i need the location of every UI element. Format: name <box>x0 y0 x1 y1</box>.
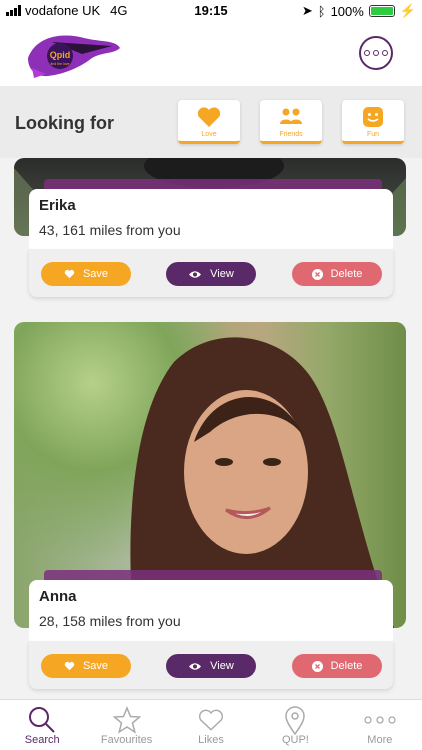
profile-name: Erika <box>39 197 76 214</box>
profile-actions: Save View Delete <box>29 249 393 297</box>
tab-search[interactable]: Search <box>0 700 84 750</box>
eye-icon <box>189 270 202 278</box>
smiley-icon <box>363 107 383 127</box>
heart-icon <box>197 107 221 127</box>
close-circle-icon <box>311 268 323 280</box>
view-label: View <box>210 660 234 672</box>
view-button[interactable]: View <box>166 262 256 286</box>
tab-search-label: Search <box>24 734 60 746</box>
heart-icon <box>64 269 75 279</box>
tab-likes[interactable]: Likes <box>169 700 253 750</box>
chat-button[interactable] <box>359 36 393 70</box>
tab-more-label: More <box>367 734 393 746</box>
app-header: Qpid find the love <box>0 22 422 86</box>
battery-percent: 100% <box>330 3 364 19</box>
profile-details: 43, 161 miles from you <box>39 222 181 238</box>
profile-name: Anna <box>39 588 77 605</box>
filter-love-button[interactable]: Love <box>178 100 240 144</box>
close-circle-icon <box>311 660 323 672</box>
location-pin-icon <box>285 706 306 735</box>
save-label: Save <box>82 660 109 672</box>
ellipsis-icon <box>364 716 396 724</box>
save-label: Save <box>82 268 109 280</box>
tab-likes-label: Likes <box>198 734 224 746</box>
tab-bar: Search Favourites Likes QUP! More <box>0 699 422 750</box>
search-icon <box>29 707 55 733</box>
delete-label: Delete <box>330 660 363 672</box>
filter-friends-button[interactable]: Friends <box>260 100 322 144</box>
delete-label: Delete <box>330 268 363 280</box>
delete-button[interactable]: Delete <box>292 262 382 286</box>
filter-fun-button[interactable]: Fun <box>342 100 404 144</box>
star-icon <box>112 706 141 734</box>
view-button[interactable]: View <box>166 654 256 678</box>
tab-qup-label: QUP! <box>281 734 309 746</box>
tab-more[interactable]: More <box>338 700 422 750</box>
heart-icon <box>64 661 75 671</box>
status-bar: vodafone UK 4G 19:15 ➤ ᛒ 100% ⚡ <box>0 0 422 22</box>
chat-dot-icon <box>373 50 379 56</box>
photo-overlay-band <box>44 179 382 189</box>
profile-details: 28, 158 miles from you <box>39 613 181 629</box>
save-button[interactable]: Save <box>41 654 131 678</box>
delete-button[interactable]: Delete <box>292 654 382 678</box>
profile-actions: Save View Delete <box>29 641 393 689</box>
filter-friends-label: Friends <box>279 131 303 138</box>
view-label: View <box>210 268 234 280</box>
logo-tagline: find the love <box>51 62 70 66</box>
people-icon <box>280 108 302 124</box>
tab-qup[interactable]: QUP! <box>253 700 337 750</box>
battery-icon <box>368 5 395 17</box>
profile-info[interactable]: Anna 28, 158 miles from you <box>29 580 393 641</box>
qpid-logo[interactable]: Qpid find the love <box>22 28 122 80</box>
logo-text: Qpid <box>50 50 71 60</box>
chat-dot-icon <box>382 50 388 56</box>
filter-love-label: Love <box>201 131 217 138</box>
looking-for-bar: Looking for Love Friends Fun <box>0 86 422 158</box>
charging-icon: ⚡ <box>399 3 416 18</box>
chat-dot-icon <box>364 50 370 56</box>
tab-favourites[interactable]: Favourites <box>84 700 168 750</box>
location-arrow-icon: ➤ <box>301 3 313 18</box>
eye-icon <box>189 662 202 670</box>
save-button[interactable]: Save <box>41 262 131 286</box>
bluetooth-icon: ᛒ <box>317 3 326 19</box>
tab-favourites-label: Favourites <box>100 734 153 746</box>
profile-info[interactable]: Erika 43, 161 miles from you <box>29 189 393 249</box>
filter-fun-label: Fun <box>366 131 380 138</box>
looking-for-title: Looking for <box>15 113 114 133</box>
heart-icon <box>199 709 224 731</box>
photo-overlay-band <box>44 570 382 580</box>
